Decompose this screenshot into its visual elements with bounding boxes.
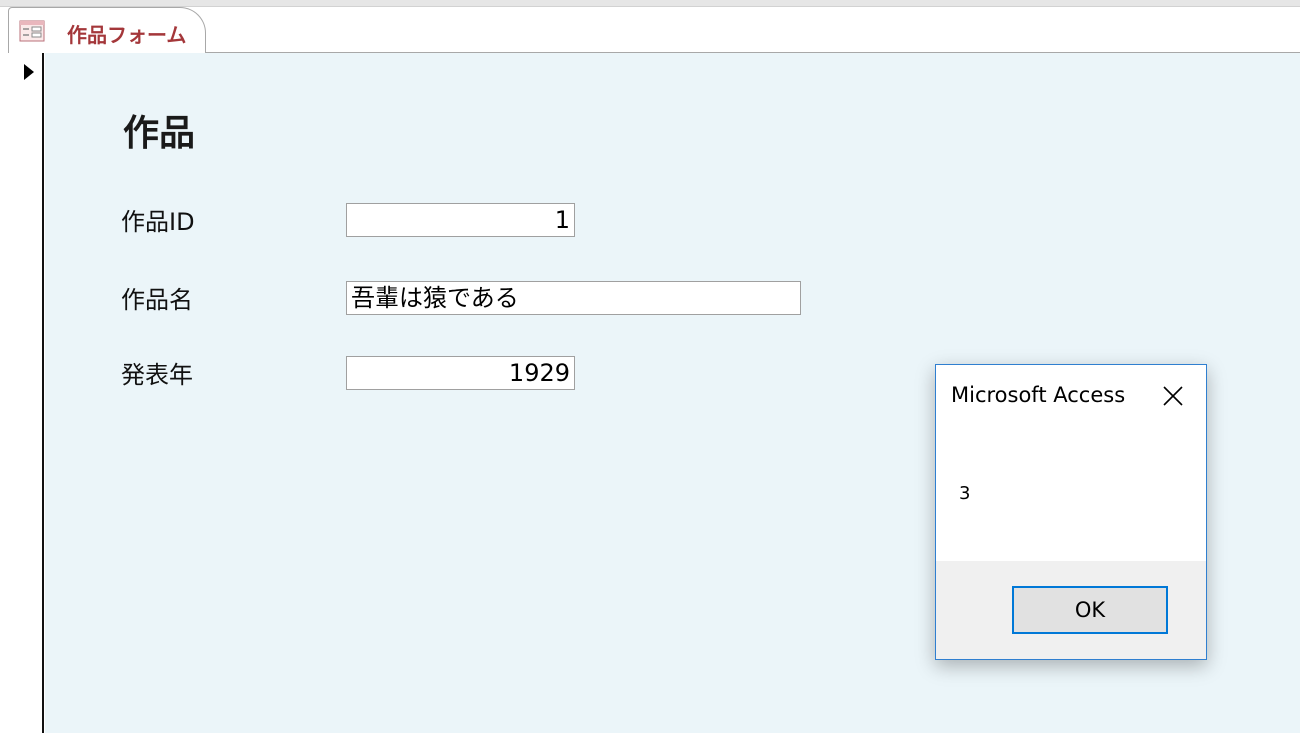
dialog-title: Microsoft Access [951, 383, 1126, 407]
label-work-name: 作品名 [121, 286, 193, 314]
form-icon [19, 20, 45, 42]
window-top-strip [0, 0, 1300, 7]
label-work-id: 作品ID [121, 208, 195, 236]
publication-year-field[interactable]: 1929 [346, 356, 575, 390]
label-publication-year: 発表年 [121, 361, 193, 389]
tab-sakuhin-form[interactable]: 作品フォーム [8, 7, 206, 53]
current-record-arrow-icon [24, 64, 34, 80]
work-name-field[interactable]: 吾輩は猿である [346, 281, 801, 315]
tab-label: 作品フォーム [67, 23, 187, 47]
close-icon[interactable] [1160, 383, 1186, 409]
dialog-message: 3 [959, 483, 971, 504]
message-box-dialog: Microsoft Access 3 OK [935, 364, 1207, 660]
dialog-button-area: OK [936, 561, 1206, 659]
ok-button[interactable]: OK [1012, 586, 1168, 634]
work-id-field[interactable]: 1 [346, 203, 575, 237]
form-title: 作品 [123, 113, 196, 154]
record-selector[interactable] [0, 53, 44, 733]
